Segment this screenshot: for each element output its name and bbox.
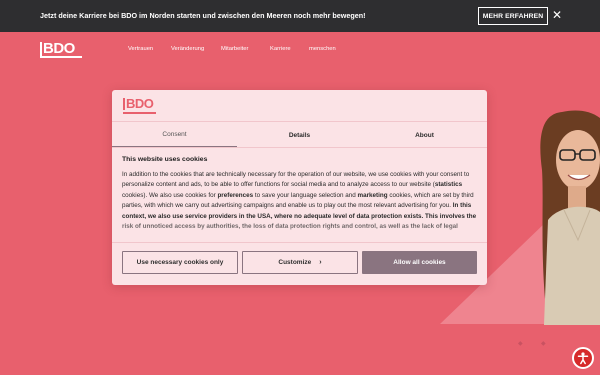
tabs-divider [112, 147, 487, 148]
consent-body-segment: preferences [217, 191, 254, 199]
allow-all-button[interactable]: Allow all cookies [362, 251, 477, 274]
tab-consent[interactable]: Consent [112, 122, 237, 148]
carousel-controls: ◆ ◆ [518, 340, 546, 347]
consent-body-segment: statistics [434, 181, 463, 189]
dialog-logo: BDO [123, 96, 154, 113]
chevron-right-icon: › [319, 259, 322, 266]
necessary-cookies-label: Use necessary cookies only [136, 259, 224, 266]
carousel-dot-icon[interactable]: ◆ [518, 340, 523, 347]
consent-body-segment: marketing [357, 191, 388, 199]
accessibility-icon[interactable] [572, 347, 594, 369]
dialog-logo-bar [123, 98, 125, 110]
cookie-consent-dialog: BDO Consent Details About This website u… [112, 90, 487, 285]
tab-details[interactable]: Details [237, 122, 362, 148]
consent-body-segment: to save your language selection and [253, 191, 358, 199]
customize-button[interactable]: Customize › [242, 251, 358, 274]
tab-about[interactable]: About [362, 122, 487, 148]
consent-title: This website uses cookies [122, 156, 208, 163]
carousel-dot-icon[interactable]: ◆ [541, 340, 546, 347]
content-fade [112, 218, 487, 242]
necessary-cookies-button[interactable]: Use necessary cookies only [122, 251, 238, 274]
buttons-divider [112, 242, 487, 243]
accessibility-figure-icon [577, 352, 589, 365]
dialog-tabs: Consent Details About [112, 122, 487, 148]
dialog-logo-text: BDO [126, 96, 154, 111]
customize-label: Customize [278, 259, 312, 266]
allow-all-label: Allow all cookies [393, 259, 446, 266]
consent-body-segment: cookies). We also use cookies for [122, 191, 218, 199]
dialog-logo-underline [123, 112, 156, 114]
consent-body-segment: In addition to the cookies that are tech… [122, 171, 470, 189]
hero-person-image [540, 110, 600, 325]
